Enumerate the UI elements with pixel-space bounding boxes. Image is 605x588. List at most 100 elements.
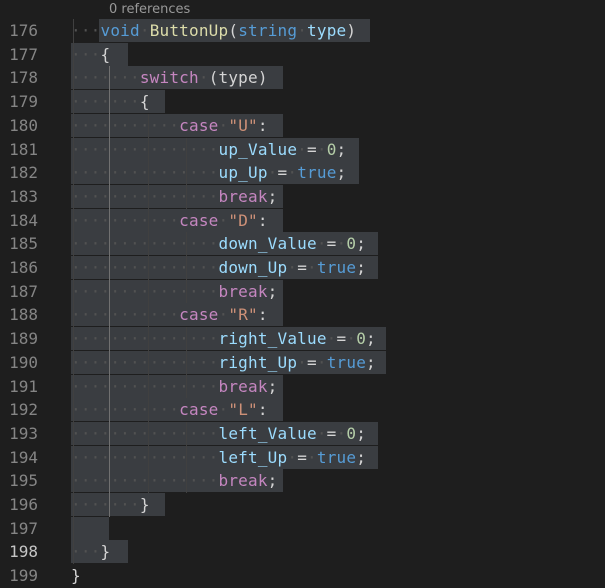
code-line[interactable]: 189 ···············right_Value·=·0; xyxy=(0,327,605,352)
code-token: break xyxy=(218,186,268,206)
whitespace-marker: · xyxy=(287,258,298,277)
code-line[interactable]: 181 ···············up_Value·=·0; xyxy=(0,137,605,162)
code-token: } xyxy=(100,542,111,562)
code-line[interactable]: 178 ·······switch·(type) xyxy=(0,66,605,91)
code-line[interactable]: 176 ···void·ButtonUp(string·type) xyxy=(0,19,605,43)
code-line[interactable]: 186 ···············down_Up·=·true; xyxy=(0,256,605,280)
codelens-references[interactable]: 0 references xyxy=(109,0,190,19)
code-token: { xyxy=(100,44,111,64)
code-text[interactable]: } xyxy=(71,564,81,588)
code-text[interactable]: ···void·ButtonUp(string·type) xyxy=(71,19,356,43)
code-token: up_Value xyxy=(218,139,298,159)
line-number[interactable]: 184 xyxy=(0,209,38,233)
code-token: up_Up xyxy=(218,163,268,183)
line-number[interactable]: 180 xyxy=(0,114,38,138)
whitespace-marker: · xyxy=(218,305,229,325)
code-token: right_Value xyxy=(218,329,327,349)
whitespace-marker: · xyxy=(198,68,209,88)
code-line[interactable]: 194 ···············left_Up·=·true; xyxy=(0,445,605,470)
code-text[interactable]: ···············break; xyxy=(71,375,278,399)
line-number[interactable]: 196 xyxy=(0,493,38,517)
code-text[interactable]: ···} xyxy=(71,540,110,564)
whitespace-marker: · xyxy=(287,447,298,467)
code-text[interactable]: ···············up_Up·=·true; xyxy=(71,161,346,185)
code-token: = xyxy=(326,234,337,254)
code-line[interactable]: 180 ···········case·"U": xyxy=(0,113,605,138)
line-number[interactable]: 192 xyxy=(0,398,38,422)
code-line[interactable]: 177 ···{ xyxy=(0,42,605,67)
line-number[interactable]: 176 xyxy=(0,19,38,43)
code-line[interactable]: 183 ···············break; xyxy=(0,184,605,209)
line-number[interactable]: 191 xyxy=(0,375,38,399)
line-number[interactable]: 186 xyxy=(0,256,38,280)
code-line[interactable]: 188 ···········case·"R": xyxy=(0,303,605,328)
whitespace-marker: · xyxy=(267,163,278,183)
code-text[interactable]: ···········case·"U": xyxy=(71,114,268,138)
code-text[interactable]: ···············right_Value·=·0; xyxy=(71,327,376,351)
line-number[interactable]: 198 xyxy=(0,540,38,564)
code-line[interactable]: 191 ···············break; xyxy=(0,374,605,399)
code-editor[interactable]: 0 references 176 ···void·ButtonUp(string·… xyxy=(0,0,605,585)
line-number[interactable]: 182 xyxy=(0,161,38,185)
code-line[interactable]: 187 ···············break; xyxy=(0,279,605,304)
line-number[interactable]: 181 xyxy=(0,138,38,162)
whitespace-marker: · xyxy=(307,258,317,277)
line-number[interactable]: 177 xyxy=(0,43,38,67)
code-line[interactable]: 185 ···············down_Value·=·0; xyxy=(0,232,605,257)
code-text[interactable]: ···············break; xyxy=(71,469,278,493)
code-token: : xyxy=(257,115,268,135)
code-line[interactable]: 184 ···········case·"D": xyxy=(0,208,605,233)
code-line[interactable]: 196 ·······} xyxy=(0,493,605,517)
code-token: = xyxy=(326,423,337,443)
code-text[interactable]: ···············up_Value·=·0; xyxy=(71,138,346,162)
code-line[interactable]: 195 ···············break; xyxy=(0,469,605,494)
whitespace-marker: ··········· xyxy=(71,400,180,420)
line-number[interactable]: 187 xyxy=(0,280,38,304)
code-text[interactable]: ···············right_Up·=·true; xyxy=(71,351,376,375)
code-line[interactable]: 179 ·······{ xyxy=(0,90,605,115)
whitespace-marker: · xyxy=(218,400,229,420)
line-number[interactable]: 179 xyxy=(0,90,38,114)
line-number[interactable]: 199 xyxy=(0,564,38,588)
line-number[interactable]: 183 xyxy=(0,185,38,209)
code-text[interactable]: ···········case·"D": xyxy=(71,209,268,233)
code-token: break xyxy=(218,281,268,301)
code-token: : xyxy=(257,305,268,325)
line-number[interactable]: 197 xyxy=(0,517,38,541)
line-number[interactable]: 185 xyxy=(0,232,38,256)
code-line[interactable]: 192 ···········case·"L": xyxy=(0,398,605,423)
whitespace-marker: ······· xyxy=(71,92,140,112)
code-text[interactable]: ···············left_Up·=·true; xyxy=(71,446,366,470)
code-token: ; xyxy=(366,329,376,349)
code-token: } xyxy=(139,495,150,514)
code-text[interactable]: ···{ xyxy=(71,43,110,67)
line-number[interactable]: 193 xyxy=(0,422,38,446)
line-number[interactable]: 194 xyxy=(0,446,38,470)
code-text[interactable]: ···········case·"R": xyxy=(71,303,268,327)
code-line[interactable]: 193 ···············left_Value·=·0; xyxy=(0,421,605,446)
code-text[interactable]: ···········case·"L": xyxy=(71,398,268,422)
code-line[interactable]: 190 ···············right_Up·=·true; xyxy=(0,350,605,375)
line-number[interactable]: 188 xyxy=(0,303,38,327)
code-text[interactable]: ·······} xyxy=(71,493,150,517)
code-text[interactable]: ·······switch·(type) xyxy=(71,66,268,90)
line-number[interactable]: 195 xyxy=(0,469,38,493)
code-token: true xyxy=(316,258,357,277)
code-text[interactable]: ·······{ xyxy=(71,90,150,114)
line-number[interactable]: 190 xyxy=(0,351,38,375)
code-text[interactable]: ···············break; xyxy=(71,280,278,304)
code-line[interactable]: 198 ···} xyxy=(0,540,605,565)
code-token: break xyxy=(218,471,268,491)
code-token: "L" xyxy=(228,400,258,420)
code-text[interactable]: ···············down_Value·=·0; xyxy=(71,232,366,256)
code-text[interactable]: ···············left_Value·=·0; xyxy=(71,422,366,446)
whitespace-marker: · xyxy=(297,139,308,159)
code-line[interactable]: 197 xyxy=(0,516,605,541)
code-text[interactable]: ···············break; xyxy=(71,185,278,209)
line-number[interactable]: 178 xyxy=(0,66,38,90)
line-number[interactable]: 189 xyxy=(0,327,38,351)
code-line[interactable]: 182 ···············up_Up·=·true; xyxy=(0,161,605,186)
code-text[interactable]: ···············down_Up·=·true; xyxy=(71,256,366,280)
whitespace-marker: · xyxy=(316,139,327,159)
code-line[interactable]: 199} xyxy=(0,564,605,588)
